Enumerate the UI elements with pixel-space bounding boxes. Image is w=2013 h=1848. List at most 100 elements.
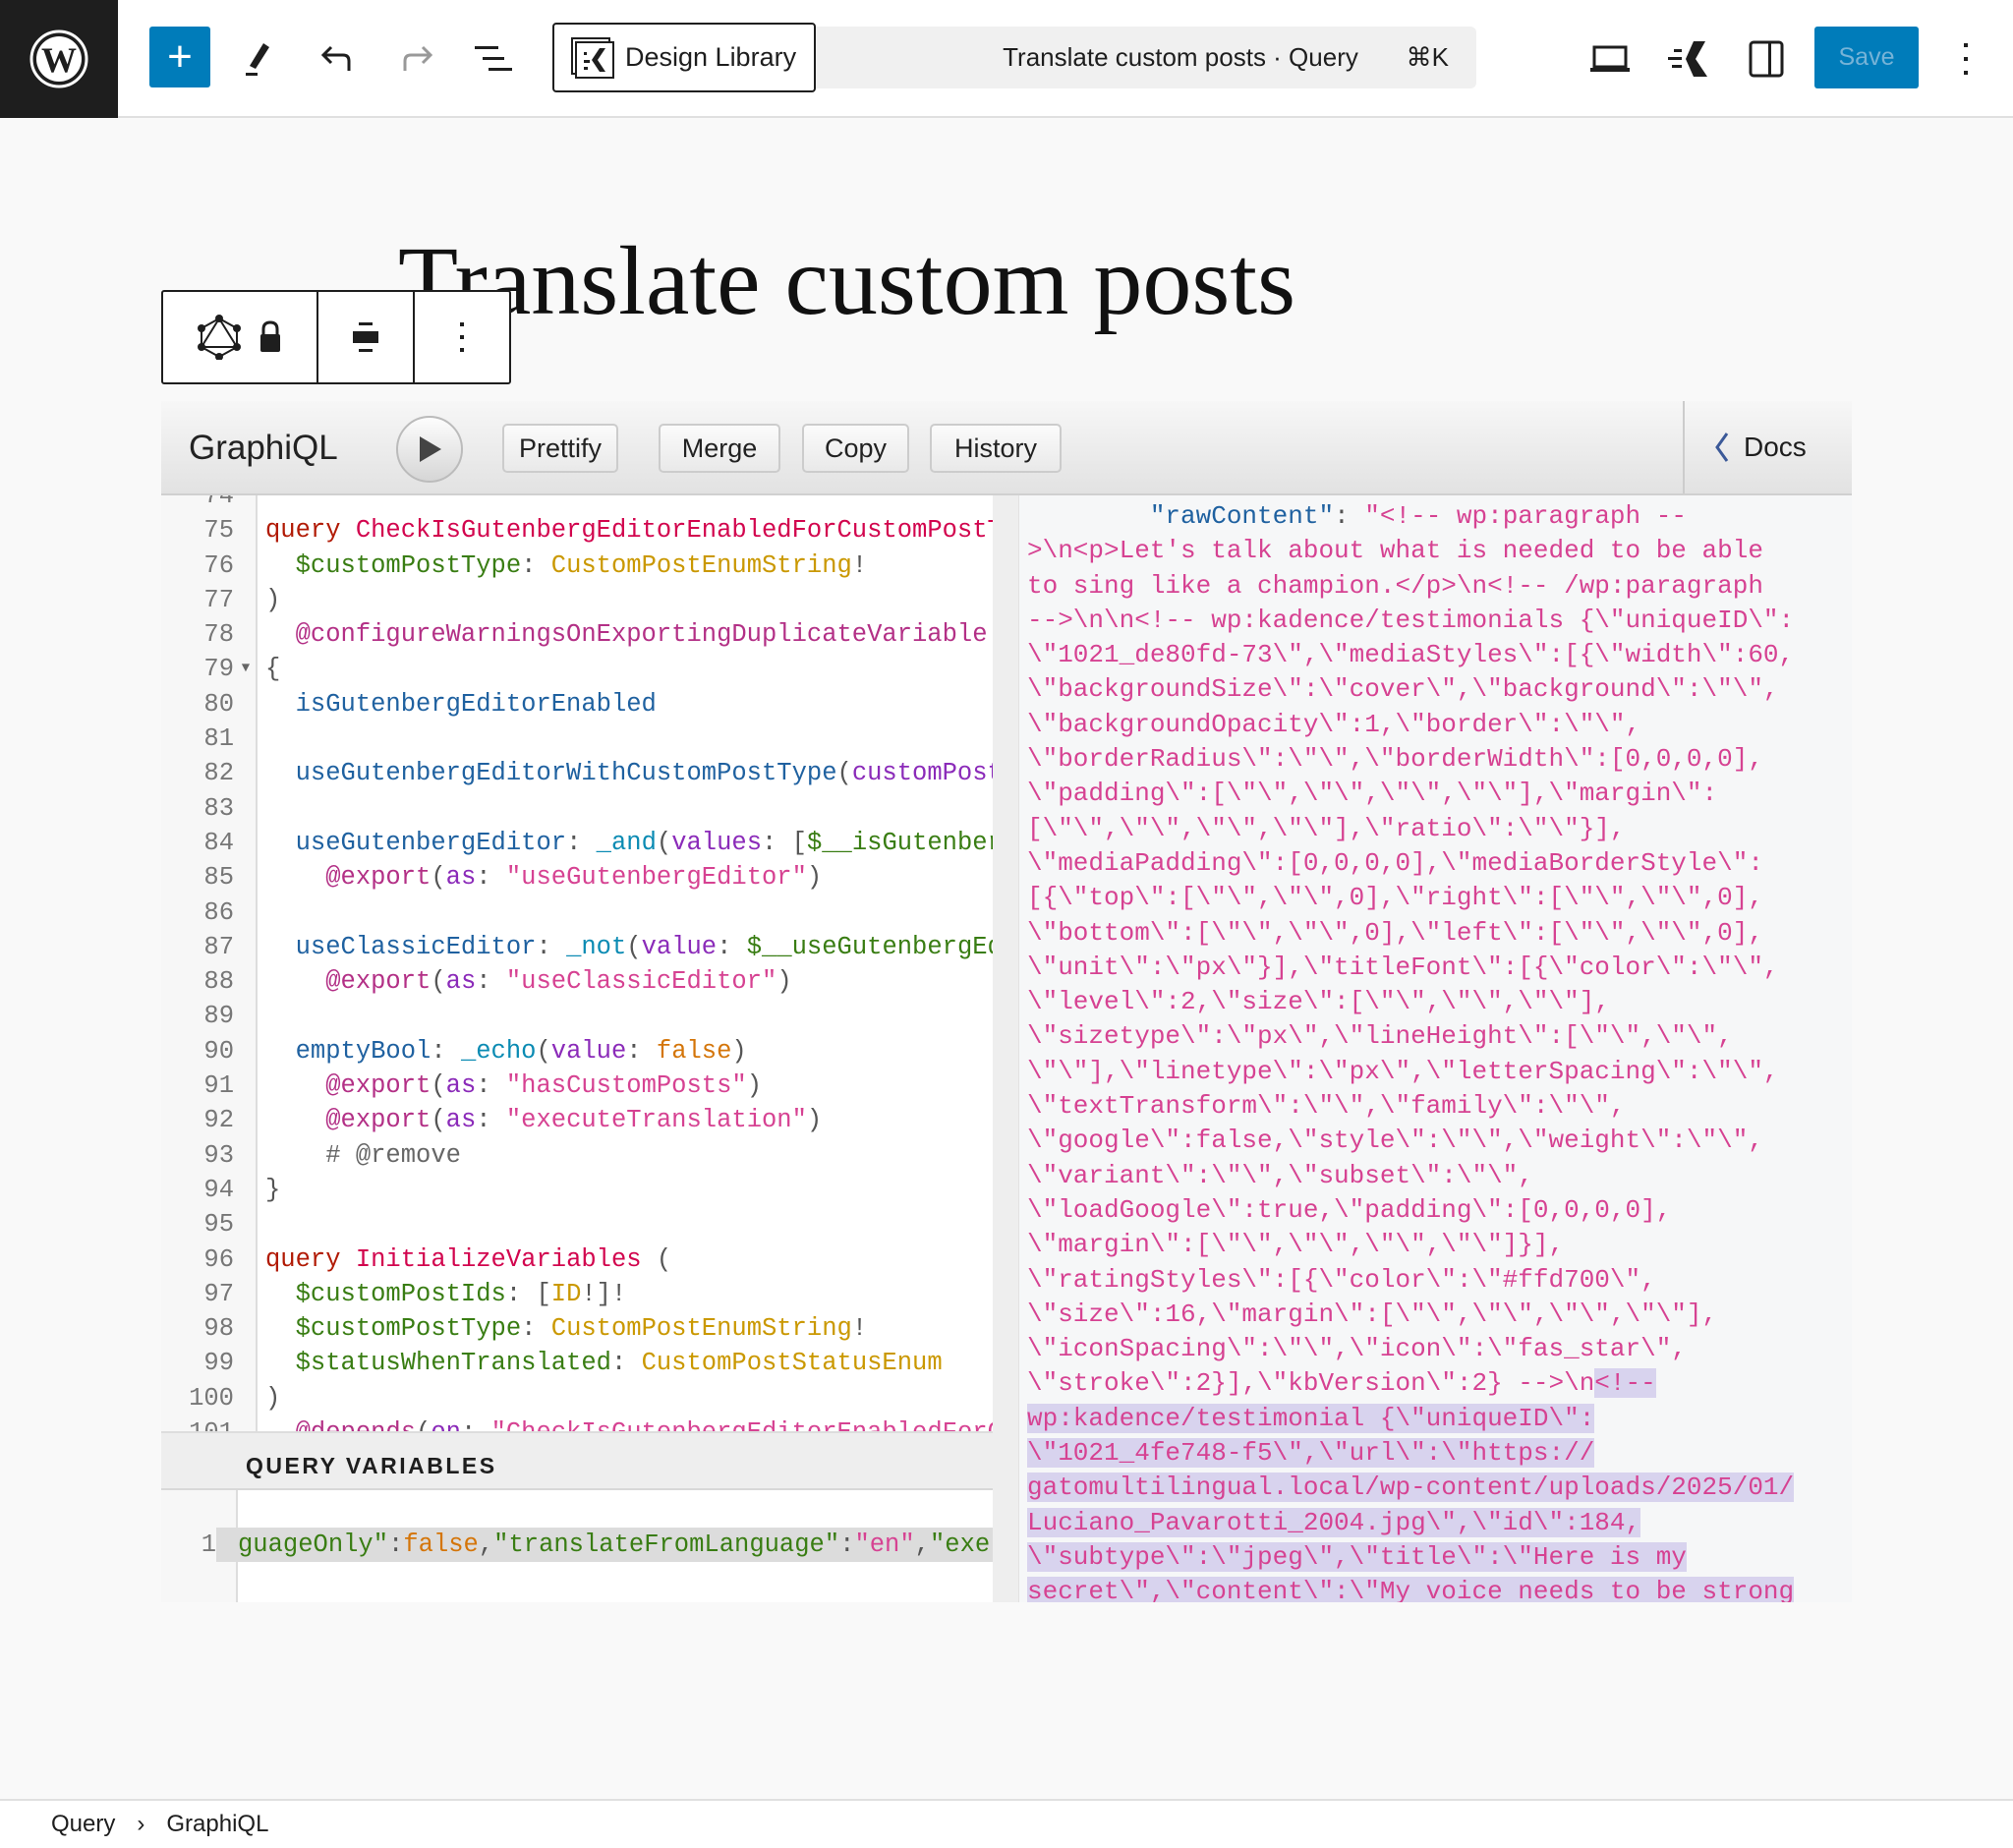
- graphiql-toolbar: GraphiQL Prettify Merge Copy History Doc…: [161, 401, 1852, 495]
- result-line: \"iconSpacing\":\"\",\"icon\":\"fas_star…: [1027, 1332, 1794, 1366]
- docs-button[interactable]: Docs: [1683, 401, 1852, 493]
- code-text: query InitializeVariables (: [258, 1242, 671, 1277]
- code-text: ): [258, 1381, 280, 1415]
- result-line: \"sizetype\":\"px\",\"lineHeight\":[\"\"…: [1027, 1019, 1794, 1054]
- result-token: Luciano_Pavarotti_2004.jpg\",\"id\":184,: [1027, 1507, 1641, 1537]
- save-button[interactable]: Save: [1814, 27, 1919, 88]
- variables-text: guageOnly":false,"translateFromLanguage"…: [216, 1528, 993, 1563]
- result-token: wp:kadence/testimonial {\"uniqueID\":: [1027, 1403, 1595, 1433]
- breadcrumb: Query › GraphiQL: [0, 1799, 2013, 1848]
- code-token: "executeTranslation": [505, 1106, 807, 1135]
- block-type-button[interactable]: [163, 292, 318, 382]
- code-lines: 74 75 query CheckIsGutenbergEditorEnabledF…: [161, 495, 993, 1431]
- code-token: :: [839, 1530, 855, 1559]
- result-lines: "rawContent": "<!-- wp:paragraph -- >\n<p…: [1027, 499, 1795, 1602]
- result-line: \"1021_de80fd-73\",\"mediaStyles\":[{\"w…: [1027, 638, 1794, 672]
- code-token: [: [536, 1279, 551, 1308]
- result-line: \"mediaPadding\":[0,0,0,0],\"mediaBorder…: [1027, 846, 1794, 881]
- result-line: \"1021_4fe748-f5\",\"url\":\"https://: [1027, 1436, 1794, 1471]
- wordpress-logo-button[interactable]: W: [0, 0, 118, 118]
- block-options-button[interactable]: [415, 292, 509, 382]
- document-overview-button[interactable]: [467, 29, 522, 88]
- result-token: [\"\",\"\",\"\",\"\"],\"ratio\":\"\"}],: [1027, 813, 1626, 843]
- laptop-icon: [1590, 45, 1630, 72]
- undo-button[interactable]: [310, 29, 365, 88]
- result-line: secret\",\"content\":\"My voice needs to…: [1027, 1575, 1795, 1602]
- code-token: "useClassicEditor": [505, 967, 777, 997]
- code-line: 100): [161, 1381, 993, 1415]
- execute-query-button[interactable]: [396, 416, 463, 483]
- prettify-button[interactable]: Prettify: [502, 424, 618, 473]
- fold-gutter: [234, 1173, 258, 1207]
- result-token: \"subtype\":\"jpeg\",\"title\":\"Here is…: [1027, 1541, 1687, 1572]
- settings-sidebar-button[interactable]: [1739, 29, 1794, 88]
- line-number: 82: [203, 759, 234, 788]
- graphiql-logo: GraphiQL: [189, 429, 338, 467]
- preview-button[interactable]: [1582, 29, 1638, 88]
- kadence-controls-button[interactable]: [1660, 29, 1715, 88]
- query-variables-header[interactable]: QUERY VARIABLES: [161, 1431, 993, 1490]
- code-token: InitializeVariables: [355, 1244, 642, 1274]
- code-token: "en": [854, 1530, 915, 1559]
- result-line: \"textTransform\":\"\",\"family\":\"\",: [1027, 1089, 1794, 1124]
- code-token: "translateFromLanguage": [493, 1530, 840, 1559]
- code-line: 81: [161, 722, 993, 756]
- result-token: \"unit\":\"px\"}],\"titleFont\":[{\"colo…: [1027, 952, 1779, 982]
- result-token: \"backgroundSize\":\"cover\",\"backgroun…: [1027, 674, 1779, 705]
- code-line: 85 @export(as: "useGutenbergEditor"): [161, 860, 993, 895]
- fold-gutter: [234, 860, 258, 895]
- lock-icon[interactable]: [259, 320, 282, 354]
- result-token: secret\",\"content\":\"My voice needs to…: [1027, 1577, 1795, 1602]
- result-token: :: [1334, 501, 1365, 531]
- result-token: \"padding\":[\"\",\"\",\"\",\"\"],\"marg…: [1027, 779, 1718, 809]
- result-token: \"1021_4fe748-f5\",\"url\":\"https://: [1027, 1438, 1595, 1469]
- code-line: 78 @configureWarningsOnExportingDuplicat…: [161, 617, 993, 652]
- line-number: 76: [203, 550, 234, 580]
- result-token: \"backgroundOpacity\":1,\"border\":\"\",: [1027, 709, 1641, 739]
- fold-gutter: [234, 1103, 258, 1137]
- code-text: @export(as: "useClassicEditor"): [258, 964, 791, 999]
- code-token: value: [641, 932, 718, 961]
- result-token: [{\"top\":[\"\",\"\",0],\"right\":[\"\",…: [1027, 883, 1763, 913]
- line-number: 83: [203, 793, 234, 823]
- fold-gutter: [234, 1242, 258, 1277]
- code-line: 92 @export(as: "executeTranslation"): [161, 1103, 993, 1137]
- code-token: _not: [566, 932, 627, 961]
- copy-button[interactable]: Copy: [802, 424, 909, 473]
- list-view-icon: [475, 46, 512, 71]
- query-variables-editor[interactable]: 1 guageOnly":false,"translateFromLanguage…: [161, 1490, 993, 1602]
- tools-button[interactable]: [231, 29, 286, 88]
- line-number: 77: [203, 585, 234, 614]
- command-palette-button[interactable]: Translate custom posts · Query ⌘K: [767, 27, 1476, 88]
- query-editor[interactable]: 74 75 query CheckIsGutenbergEditorEnabledF…: [161, 495, 993, 1431]
- merge-button[interactable]: Merge: [659, 424, 780, 473]
- result-token: \"stroke\":2}],\"kbVersion\":2} -->\n: [1027, 1368, 1595, 1399]
- result-viewer[interactable]: "rawContent": "<!-- wp:paragraph -- >\n<p…: [993, 495, 1852, 1602]
- code-token: $customPostType: [265, 550, 522, 580]
- history-button[interactable]: History: [930, 424, 1062, 473]
- line-number: 81: [203, 724, 234, 754]
- code-line: 97 $customPostIds: [ID!]!: [161, 1277, 993, 1311]
- align-button[interactable]: [318, 292, 415, 382]
- design-library-button[interactable]: Design Library: [552, 23, 816, 92]
- result-line: \"borderRadius\":\"\",\"borderWidth\":[0…: [1027, 742, 1794, 777]
- code-line: 91 @export(as: "hasCustomPosts"): [161, 1068, 993, 1103]
- pane-resize-handle[interactable]: [993, 495, 1019, 1602]
- line-number: 1: [201, 1530, 216, 1559]
- code-token: }: [265, 1175, 281, 1204]
- code-line: 96 query InitializeVariables (: [161, 1242, 993, 1277]
- breadcrumb-item-graphiql[interactable]: GraphiQL: [166, 1811, 268, 1838]
- post-title[interactable]: Translate custom posts: [398, 224, 1295, 337]
- code-text: query CheckIsGutenbergEditorEnabledForCu…: [258, 513, 993, 548]
- code-line: 74: [161, 495, 993, 513]
- breadcrumb-item-query[interactable]: Query: [51, 1811, 115, 1838]
- result-token: \"google\":false,\"style\":\"\",\"weight…: [1027, 1126, 1763, 1156]
- redo-button[interactable]: [389, 29, 444, 88]
- code-token: useGutenbergEditor: [265, 828, 567, 857]
- code-token: !]!: [581, 1279, 627, 1308]
- options-menu-button[interactable]: [1938, 29, 1993, 88]
- code-token: !: [851, 550, 868, 580]
- add-block-button[interactable]: +: [149, 27, 210, 87]
- code-line: 88 @export(as: "useClassicEditor"): [161, 964, 993, 999]
